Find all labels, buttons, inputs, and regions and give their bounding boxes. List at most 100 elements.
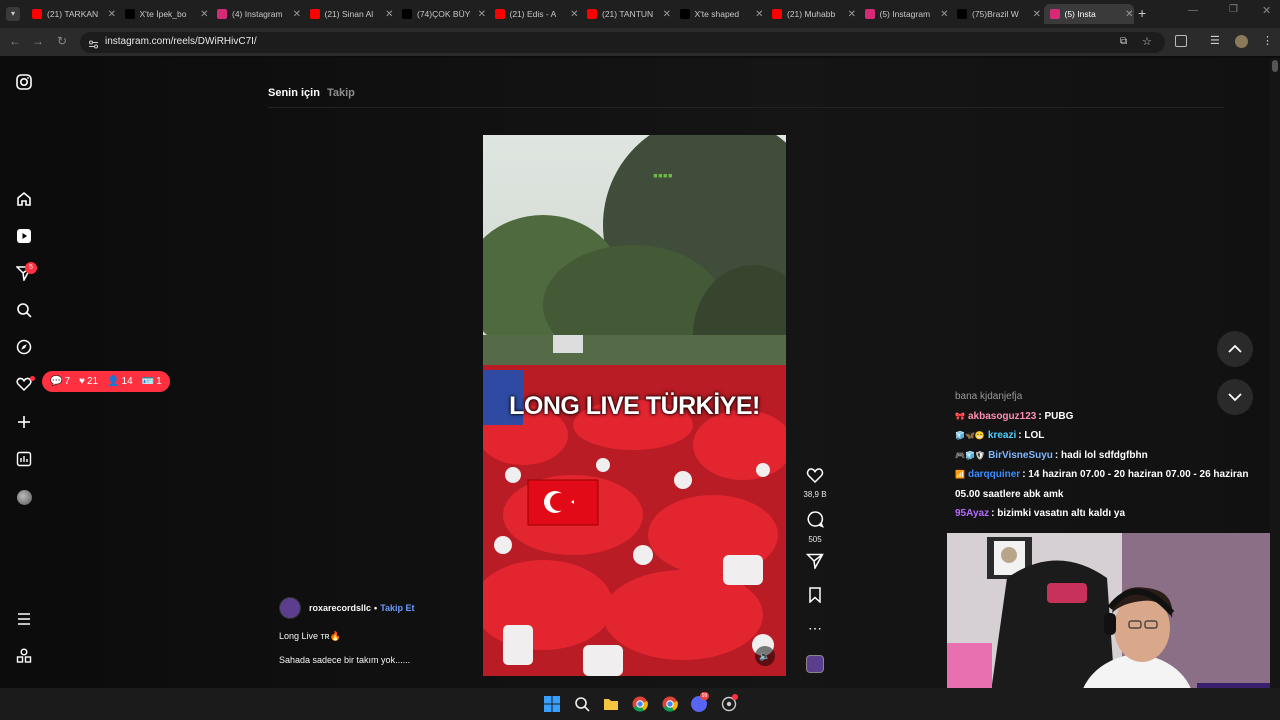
browser-tab[interactable]: X'te shaped ✕ xyxy=(674,4,764,24)
browser-tab[interactable]: (21) Edis - A ✕ xyxy=(489,4,579,24)
browser-tab[interactable]: (21) Muhabb ✕ xyxy=(766,4,856,24)
dashboard-icon[interactable] xyxy=(14,449,34,469)
follows-count: 14 xyxy=(121,376,133,387)
chrome-icon[interactable] xyxy=(632,696,648,712)
close-tab-icon[interactable]: ✕ xyxy=(1033,9,1041,20)
windows-start-icon[interactable] xyxy=(544,696,560,712)
tab-title: X'te İpek_bo xyxy=(139,9,187,19)
mentions-count: 1 xyxy=(156,376,162,387)
chat-message: 🎮🧊🛡 BirVisneSuyu: hadi lol sdfdgfbhn xyxy=(955,446,1270,466)
create-plus-icon[interactable] xyxy=(14,412,34,432)
bookmark-star-icon[interactable]: ☆ xyxy=(1142,35,1152,48)
close-tab-icon[interactable]: ✕ xyxy=(108,9,116,20)
url-text: instagram.com/reels/DWiRHivC7I/ xyxy=(105,36,257,47)
tab-following[interactable]: Takip xyxy=(327,87,355,99)
reel-description-text[interactable]: Sahada sadece bir takım yok...... xyxy=(279,655,410,665)
separator-dot: • xyxy=(374,603,378,613)
file-explorer-icon[interactable] xyxy=(603,696,619,712)
tab-title: (21) Edis - A xyxy=(509,9,557,19)
browser-tab[interactable]: (5) Insta ✕ xyxy=(1043,4,1134,24)
close-tab-icon[interactable]: ✕ xyxy=(755,9,763,20)
share-action[interactable] xyxy=(803,553,827,574)
explore-compass-icon[interactable] xyxy=(14,337,34,357)
activity-notification-pill[interactable]: 💬 7 ♥ 21 👤 14 🪪 1 xyxy=(42,371,170,392)
extensions-icon[interactable] xyxy=(1175,35,1187,47)
likes-count: 21 xyxy=(86,376,99,387)
browser-tab[interactable]: (74)ÇOK BÜY ✕ xyxy=(396,4,486,24)
chat-badges: 🎮🧊🛡 xyxy=(955,450,986,460)
search-icon[interactable] xyxy=(14,300,34,320)
chat-message: 🧊🦋😁 kreazi: LOL xyxy=(955,426,1270,446)
close-tab-icon[interactable]: ✕ xyxy=(478,9,486,20)
reels-icon[interactable] xyxy=(14,226,34,246)
tab-for-you[interactable]: Senin için xyxy=(268,87,320,99)
browser-tab[interactable]: (75)Brazil W ✕ xyxy=(951,4,1041,24)
discord-icon[interactable]: 99 xyxy=(691,692,709,712)
save-action[interactable] xyxy=(803,587,827,608)
forward-button[interactable]: → xyxy=(30,34,46,48)
site-info-icon[interactable] xyxy=(88,37,99,49)
browser-tab[interactable]: (21) Sinan Al ✕ xyxy=(304,4,394,24)
previous-reel-button[interactable] xyxy=(1217,331,1253,367)
tiktok-icon xyxy=(402,9,412,19)
browser-tab[interactable]: (4) Instagram ✕ xyxy=(211,4,301,24)
cast-icon[interactable]: ⧉ xyxy=(1120,36,1127,47)
reel-author: roxarecordsllc • Takip Et xyxy=(279,597,415,619)
chat-text: : LOL xyxy=(1018,430,1045,441)
browser-tab[interactable]: (5) Instagram ✕ xyxy=(859,4,949,24)
close-window-button[interactable]: ✕ xyxy=(1262,4,1271,17)
browser-toolbar: ← → ↻ instagram.com/reels/DWiRHivC7I/ ⧉ … xyxy=(0,28,1280,56)
follow-button[interactable]: Takip Et xyxy=(380,603,414,613)
tab-title: (21) TANTUN xyxy=(602,9,654,19)
taskbar-search-icon[interactable] xyxy=(574,696,590,712)
close-tab-icon[interactable]: ✕ xyxy=(570,9,578,20)
close-tab-icon[interactable]: ✕ xyxy=(663,9,671,20)
stream-app-icon[interactable] xyxy=(721,694,738,712)
chrome-profile-icon[interactable] xyxy=(662,696,678,712)
more-options-icon[interactable]: ⋯ xyxy=(803,620,827,637)
chat-message: 95Ayaz: bizimki vasatın altı kaldı ya xyxy=(955,504,1270,524)
page-scrollbar[interactable] xyxy=(1270,58,1280,688)
instagram-logo-icon[interactable] xyxy=(14,72,34,92)
author-username[interactable]: roxarecordsllc xyxy=(309,603,371,613)
feed-tabs: Senin için Takip xyxy=(268,87,355,99)
profile-avatar-icon[interactable] xyxy=(14,487,34,507)
comment-action[interactable]: 505 xyxy=(803,510,827,544)
instagram-icon xyxy=(864,9,875,19)
author-avatar[interactable] xyxy=(279,597,301,619)
address-bar[interactable]: instagram.com/reels/DWiRHivC7I/ ⧉ ☆ xyxy=(80,32,1165,53)
home-icon[interactable] xyxy=(14,189,34,209)
video-caption-overlay: LONG LIVE TÜRKİYE! xyxy=(509,392,760,420)
browser-tab[interactable]: (21) TARKAN ✕ xyxy=(26,4,116,24)
close-tab-icon[interactable]: ✕ xyxy=(385,9,393,20)
more-menu-icon[interactable] xyxy=(14,609,34,629)
like-action[interactable]: 38,9 B xyxy=(803,467,827,499)
close-tab-icon[interactable]: ✕ xyxy=(940,9,948,20)
x-icon xyxy=(124,9,135,19)
browser-tab[interactable]: X'te İpek_bo ✕ xyxy=(119,4,209,24)
mention-icon: 🪪 xyxy=(141,376,155,387)
mute-toggle-icon[interactable]: 🔈 xyxy=(755,646,775,666)
menu-kebab-icon[interactable]: ⋮ xyxy=(1262,34,1273,47)
profile-avatar[interactable] xyxy=(1235,35,1248,48)
minimize-button[interactable]: — xyxy=(1188,5,1198,16)
youtube-icon xyxy=(587,9,597,19)
browser-tab[interactable]: (21) TANTUN ✕ xyxy=(581,4,671,24)
close-tab-icon[interactable]: ✕ xyxy=(293,9,301,20)
close-tab-icon[interactable]: ✕ xyxy=(200,9,208,20)
tab-search-button[interactable]: ▾ xyxy=(6,7,20,21)
also-from-meta-icon[interactable] xyxy=(14,646,34,666)
close-tab-icon[interactable]: ✕ xyxy=(848,9,856,20)
tab-title: (21) Sinan Al xyxy=(324,9,374,19)
audio-thumbnail[interactable] xyxy=(806,655,824,673)
new-tab-button[interactable]: + xyxy=(1138,5,1146,21)
media-control-icon[interactable]: ☰ xyxy=(1210,34,1220,47)
chat-text: bana kjdanjefja xyxy=(955,391,1023,402)
close-tab-icon[interactable]: ✕ xyxy=(1125,9,1133,20)
chat-message: bana kjdanjefja xyxy=(955,387,1270,407)
scrollbar-thumb[interactable] xyxy=(1272,60,1278,72)
tab-title: (75)Brazil W xyxy=(972,9,1019,19)
back-button[interactable]: ← xyxy=(7,34,23,48)
reload-button[interactable]: ↻ xyxy=(54,34,70,48)
maximize-button[interactable]: ❐ xyxy=(1229,4,1238,15)
